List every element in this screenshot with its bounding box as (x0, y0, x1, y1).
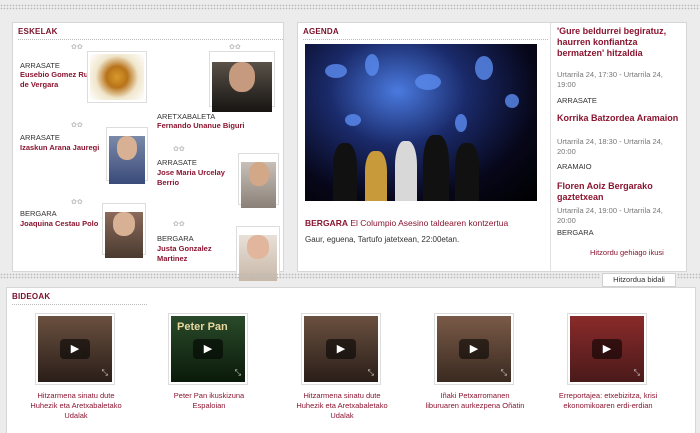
obituary-town: BERGARA (20, 209, 57, 218)
play-icon[interactable]: ▶ (326, 339, 356, 359)
top-divider (0, 4, 700, 10)
agenda-panel: AGENDA BERGARA El Columpio Asesino talde… (297, 22, 687, 272)
ornament-icon: ✿✿ (173, 146, 185, 153)
ornament-icon: ✿✿ (71, 199, 83, 206)
featured-event-town: BERGARA (305, 218, 348, 228)
fullscreen-icon[interactable]: ⤡ (102, 368, 108, 378)
obituary-name[interactable]: Justa Gonzalez Martinez (157, 244, 237, 264)
obituary-name[interactable]: Izaskun Arana Jauregi (20, 143, 100, 153)
obituary-name[interactable]: Fernando Unanue Biguri (157, 121, 281, 131)
man-portrait-1[interactable] (209, 51, 275, 112)
flower-photo[interactable] (87, 51, 147, 103)
obituary-town: ARETXABALETA (157, 112, 216, 121)
poster-title: Peter Pan (177, 321, 228, 333)
obituary-name[interactable]: Joaquina Cestau Polo (20, 219, 100, 229)
woman-portrait-1[interactable] (106, 127, 148, 184)
ornament-icon: ✿✿ (173, 221, 185, 228)
mid-divider (0, 273, 600, 279)
man-portrait-2[interactable] (238, 153, 279, 208)
event-title[interactable]: Korrika Batzordea Aramaion (557, 113, 683, 124)
featured-event-photo[interactable] (305, 44, 537, 201)
agenda-title: AGENDA (298, 23, 548, 37)
featured-event-line: BERGARA El Columpio Asesino taldearen ko… (305, 218, 540, 228)
video-caption[interactable]: Erreportajea: etxebizitza, krisi ekonomi… (558, 391, 658, 411)
bideoak-title: BIDEOAK (7, 288, 147, 302)
ornament-icon: ✿✿ (229, 44, 241, 51)
obituary-name[interactable]: Jose Maria Urcelay Berrio (157, 168, 247, 188)
event-town: BERGARA (557, 228, 594, 237)
video-caption[interactable]: Iñaki Petxarromanen liburuaren aurkezpen… (425, 391, 525, 411)
video-caption[interactable]: Hitzarmena sinatu dute Huhezik eta Aretx… (292, 391, 392, 421)
fullscreen-icon[interactable]: ⤡ (368, 368, 374, 378)
agenda-divider (550, 23, 551, 271)
event-date: Urtarrila 24, 17:30 - Urtarrila 24, 19:0… (557, 70, 663, 89)
event-town: ARRASATE (557, 96, 597, 105)
fullscreen-icon[interactable]: ⤡ (634, 368, 640, 378)
play-icon[interactable]: ▶ (592, 339, 622, 359)
video-caption[interactable]: Hitzarmena sinatu dute Huhezik eta Aretx… (26, 391, 126, 421)
featured-event-desc: Gaur, eguena, Tartufo jatetxean, 22:00et… (305, 235, 460, 244)
more-events-link[interactable]: Hitzordu gehiago ikusi (590, 248, 664, 257)
fullscreen-icon[interactable]: ⤡ (501, 368, 507, 378)
obituary-town: ARRASATE (20, 61, 60, 70)
video-caption[interactable]: Peter Pan ikuskizuna Espaloian (159, 391, 259, 411)
play-icon[interactable]: ▶ (60, 339, 90, 359)
ornament-icon: ✿✿ (71, 44, 83, 51)
fullscreen-icon[interactable]: ⤡ (235, 368, 241, 378)
play-icon[interactable]: ▶ (193, 339, 223, 359)
obituary-town: BERGARA (157, 234, 194, 243)
mid-divider-right (677, 273, 700, 279)
woman-portrait-2[interactable] (102, 203, 146, 258)
play-icon[interactable]: ▶ (459, 339, 489, 359)
obituary-name[interactable]: Eusebio Gomez Ruiz de Vergara (20, 70, 95, 90)
obituary-town: ARRASATE (157, 158, 197, 167)
send-event-button[interactable]: Hitzordua bidali (602, 273, 676, 287)
event-date: Urtarrila 24, 19:00 - Urtarrila 24, 20:0… (557, 206, 663, 225)
event-title[interactable]: Floren Aoiz Bergarako gaztetxean (557, 181, 683, 203)
obituary-town: ARRASATE (20, 133, 60, 142)
eskelak-title: ESKELAK (13, 23, 283, 37)
event-town: ARAMAIO (557, 162, 592, 171)
ornament-icon: ✿✿ (71, 122, 83, 129)
event-date: Urtarrila 24, 18:30 - Urtarrila 24, 20:0… (557, 137, 663, 156)
woman-portrait-3[interactable] (236, 226, 280, 281)
event-title[interactable]: 'Gure beldurrei begiratuz, haurren konfi… (557, 26, 683, 59)
featured-event-title[interactable]: El Columpio Asesino taldearen kontzertua (350, 218, 508, 228)
eskelak-panel: ESKELAK ✿✿ ARRASATE Eusebio Gomez Ruiz d… (12, 22, 284, 281)
